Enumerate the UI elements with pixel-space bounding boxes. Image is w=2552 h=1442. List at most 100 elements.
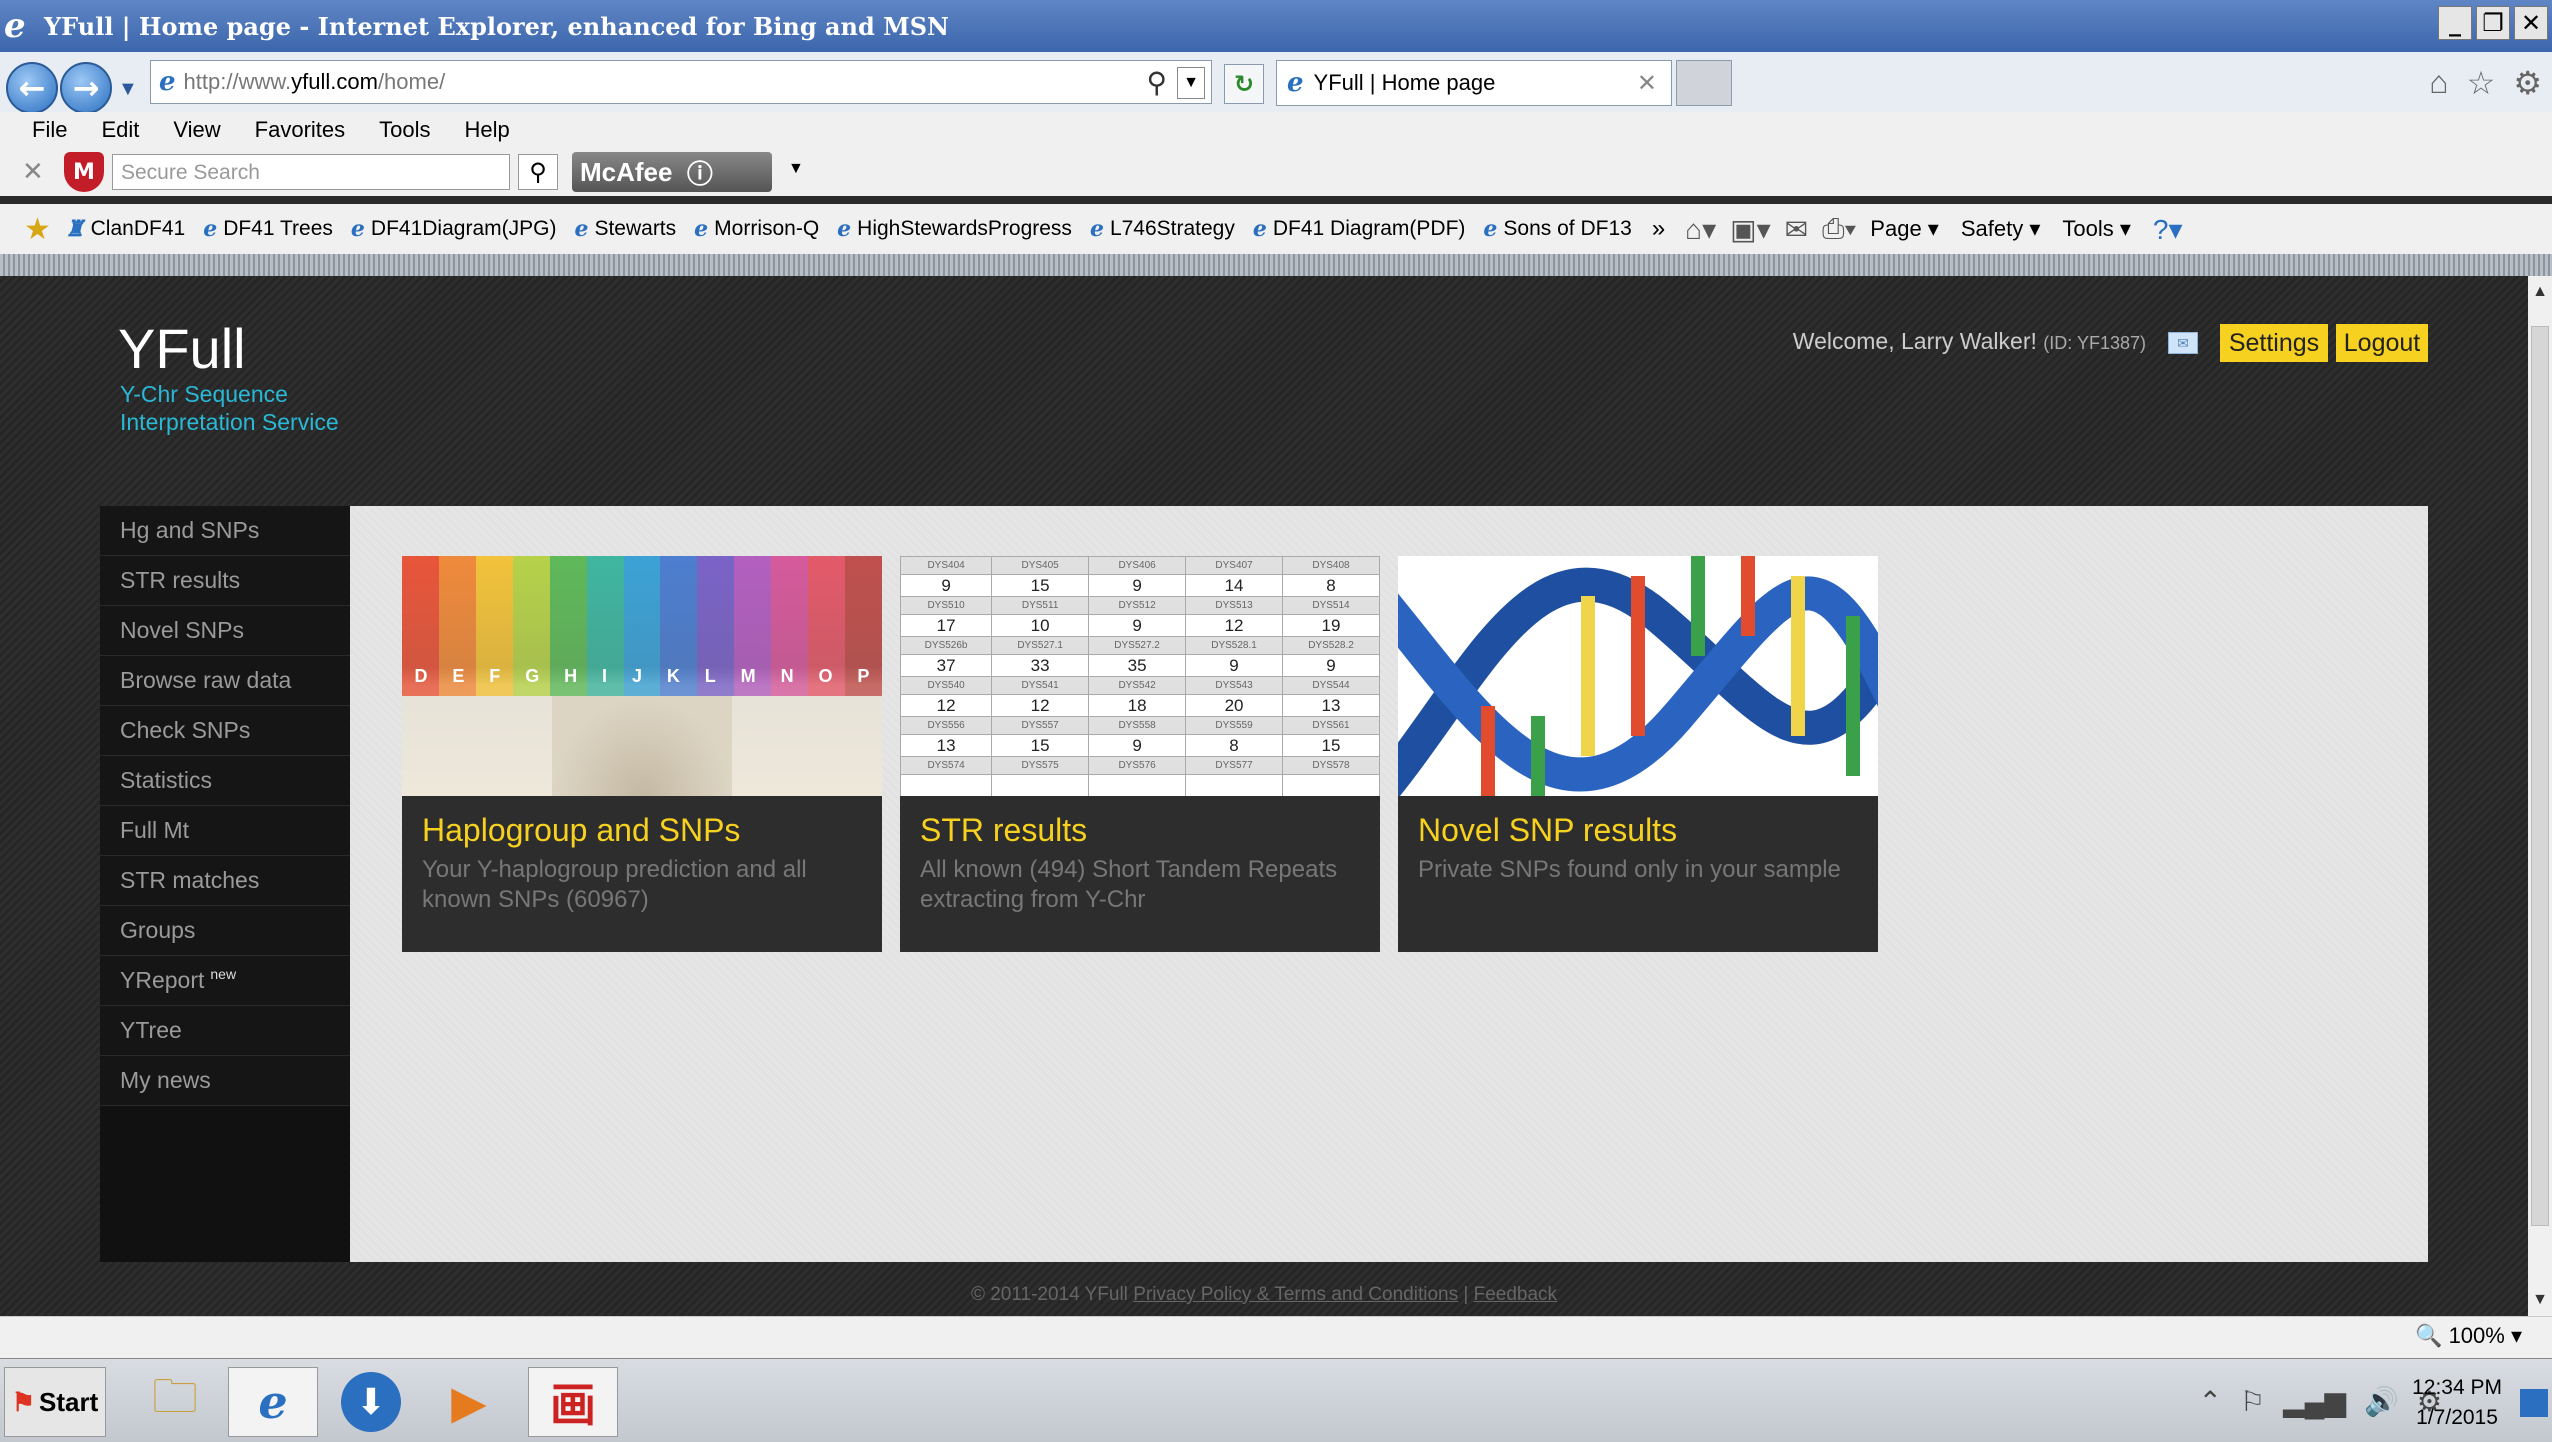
sidebar-item-statistics[interactable]: Statistics (100, 756, 350, 806)
str-marker-name: DYS540 (900, 676, 993, 695)
menu-favorites[interactable]: Favorites (255, 117, 345, 143)
str-header-row: DYS574 DYS575 DYS576 DYS577 DYS578 (900, 756, 1380, 775)
site-logo[interactable]: YFull (118, 316, 246, 381)
favorite-icon: e (694, 216, 709, 242)
action-center-flag-icon[interactable]: ⚐ (2240, 1385, 2265, 1418)
str-marker-value: 35 (1088, 654, 1187, 677)
address-input[interactable]: e http://www.yfull.com/home/ ⚲ ▼ (150, 60, 1212, 104)
network-icon[interactable]: ▂▄▆ (2283, 1385, 2346, 1418)
close-window-button[interactable]: ✕ (2514, 6, 2548, 40)
history-dropdown-icon[interactable]: ▼ (118, 78, 138, 101)
scroll-up-icon[interactable]: ▲ (2528, 280, 2552, 304)
str-marker-value: 20 (1185, 694, 1284, 717)
favorites-overflow-icon[interactable]: » (1652, 215, 1665, 243)
favorites-star-icon[interactable]: ☆ (2467, 64, 2496, 102)
card-haplogroup[interactable]: D E F G H I J K L M N O P Haplogroup and SNPs Your Y… (402, 556, 882, 952)
mcafee-dropdown-icon[interactable]: ▼ (788, 160, 804, 178)
scroll-thumb[interactable] (2531, 326, 2549, 1226)
str-marker-name: DYS544 (1282, 676, 1380, 695)
messages-envelope-icon[interactable]: ✉ (2168, 332, 2198, 354)
str-marker-value: 13 (1282, 694, 1380, 717)
sidebar-item-yreport[interactable]: YReport new (100, 956, 350, 1006)
sidebar-item-browse-raw-data[interactable]: Browse raw data (100, 656, 350, 706)
address-dropdown-icon[interactable]: ▼ (1177, 67, 1205, 99)
page-menu[interactable]: Page ▾ (1870, 216, 1939, 242)
volume-icon[interactable]: 🔊 (2364, 1385, 2399, 1418)
home-icon[interactable]: ⌂ (2429, 64, 2448, 102)
media-player-taskbar-icon[interactable]: ▶ (424, 1367, 514, 1437)
favorites-add-icon[interactable]: ★ (24, 212, 51, 247)
card-str-results[interactable]: DYS404 DYS405 DYS406 DYS407 DYS408 9 15 9 14 8 DYS… (900, 556, 1380, 952)
tray-expand-icon[interactable]: ⌃ (2199, 1385, 2222, 1418)
restore-button[interactable]: ❐ (2476, 6, 2510, 40)
favorite-morrison-q[interactable]: e Morrison-Q (694, 216, 819, 242)
dna-helix-image (1398, 556, 1878, 796)
favorite-l746strategy[interactable]: e L746Strategy (1090, 216, 1235, 242)
favorite-sons-of-df13[interactable]: e Sons of DF13 (1483, 216, 1631, 242)
search-icon[interactable]: ⚲ (1146, 66, 1167, 99)
feeds-icon[interactable]: ▣▾ (1730, 213, 1771, 246)
logout-button[interactable]: Logout (2336, 324, 2428, 362)
ie-taskbar-icon[interactable]: e (228, 1367, 318, 1437)
str-marker-name: DYS512 (1088, 596, 1187, 615)
sidebar-item-str-results[interactable]: STR results (100, 556, 350, 606)
help-icon[interactable]: ?▾ (2153, 213, 2183, 246)
system-clock[interactable]: 12:34 PM 1/7/2015 (2412, 1373, 2502, 1433)
secure-search-button[interactable]: ⚲ (518, 154, 558, 190)
copyright-text: © 2011-2014 YFull (970, 1284, 1128, 1305)
sidebar-item-hg-and-snps[interactable]: Hg and SNPs (100, 506, 350, 556)
close-toolbar-icon[interactable]: ✕ (22, 156, 44, 187)
sidebar-nav: Hg and SNPs STR results Novel SNPs Brows… (100, 506, 350, 1262)
safety-menu[interactable]: Safety ▾ (1961, 216, 2041, 242)
favorite-df41-diagram-pdf[interactable]: e DF41 Diagram(PDF) (1253, 216, 1466, 242)
feedback-link[interactable]: Feedback (1474, 1284, 1557, 1305)
refresh-button[interactable]: ↻ (1224, 64, 1264, 104)
favorite-icon: ♜ (64, 216, 85, 242)
sidebar-item-str-matches[interactable]: STR matches (100, 856, 350, 906)
sidebar-item-full-mt[interactable]: Full Mt (100, 806, 350, 856)
favorite-highstewardsprogress[interactable]: e HighStewardsProgress (837, 216, 1072, 242)
vertical-scrollbar[interactable]: ▲ ▼ (2528, 276, 2552, 1316)
tab-home-page[interactable]: e YFull | Home page ✕ (1276, 60, 1672, 106)
settings-button[interactable]: Settings (2220, 324, 2328, 362)
window-controls: _ ❐ ✕ (2438, 6, 2548, 40)
print-icon[interactable]: ⎙▾ (1822, 213, 1856, 246)
menu-help[interactable]: Help (465, 117, 510, 143)
forward-button[interactable]: → (60, 62, 112, 114)
paint-taskbar-icon[interactable]: 画 (528, 1367, 618, 1437)
menu-edit[interactable]: Edit (101, 117, 139, 143)
privacy-policy-link[interactable]: Privacy Policy & Terms and Conditions (1133, 1284, 1458, 1305)
download-taskbar-icon[interactable]: ⬇ (326, 1367, 416, 1437)
new-tab-button[interactable] (1676, 60, 1732, 106)
str-header-row: DYS404 DYS405 DYS406 DYS407 DYS408 (900, 556, 1380, 575)
site-tagline: Y-Chr Sequence Interpretation Service (120, 381, 339, 435)
minimize-button[interactable]: _ (2438, 6, 2472, 40)
favorite-clandf41[interactable]: ♜ ClanDF41 (65, 216, 185, 242)
show-desktop-button[interactable] (2520, 1389, 2548, 1417)
menu-file[interactable]: File (32, 117, 67, 143)
scroll-down-icon[interactable]: ▼ (2528, 1288, 2552, 1312)
sidebar-item-novel-snps[interactable]: Novel SNPs (100, 606, 350, 656)
start-button[interactable]: ⚑ Start (4, 1367, 106, 1437)
gear-icon[interactable]: ⚙ (2513, 64, 2542, 102)
back-button[interactable]: ← (6, 62, 58, 114)
mail-cmd-icon[interactable]: ✉ (1785, 213, 1808, 246)
menu-tools[interactable]: Tools (379, 117, 430, 143)
favorite-df41diagram-jpg[interactable]: e DF41Diagram(JPG) (351, 216, 557, 242)
sidebar-item-groups[interactable]: Groups (100, 906, 350, 956)
menu-view[interactable]: View (173, 117, 220, 143)
zoom-control[interactable]: 🔍 100% ▾ (2415, 1323, 2522, 1349)
favorite-stewarts[interactable]: e Stewarts (574, 216, 676, 242)
mcafee-shield-icon[interactable]: M (64, 152, 104, 192)
sidebar-item-ytree[interactable]: YTree (100, 1006, 350, 1056)
explorer-taskbar-icon[interactable]: 🗀 (130, 1367, 220, 1437)
tab-close-icon[interactable]: ✕ (1637, 69, 1657, 98)
sidebar-item-check-snps[interactable]: Check SNPs (100, 706, 350, 756)
sidebar-item-my-news[interactable]: My news (100, 1056, 350, 1106)
card-novel-snp[interactable]: Novel SNP results Private SNPs found onl… (1398, 556, 1878, 952)
secure-search-input[interactable]: Secure Search (112, 154, 510, 190)
mcafee-button[interactable]: McAfee ⓘ (572, 152, 772, 192)
tools-menu[interactable]: Tools ▾ (2062, 216, 2131, 242)
home-cmd-icon[interactable]: ⌂▾ (1685, 213, 1716, 246)
favorite-df41-trees[interactable]: e DF41 Trees (203, 216, 333, 242)
